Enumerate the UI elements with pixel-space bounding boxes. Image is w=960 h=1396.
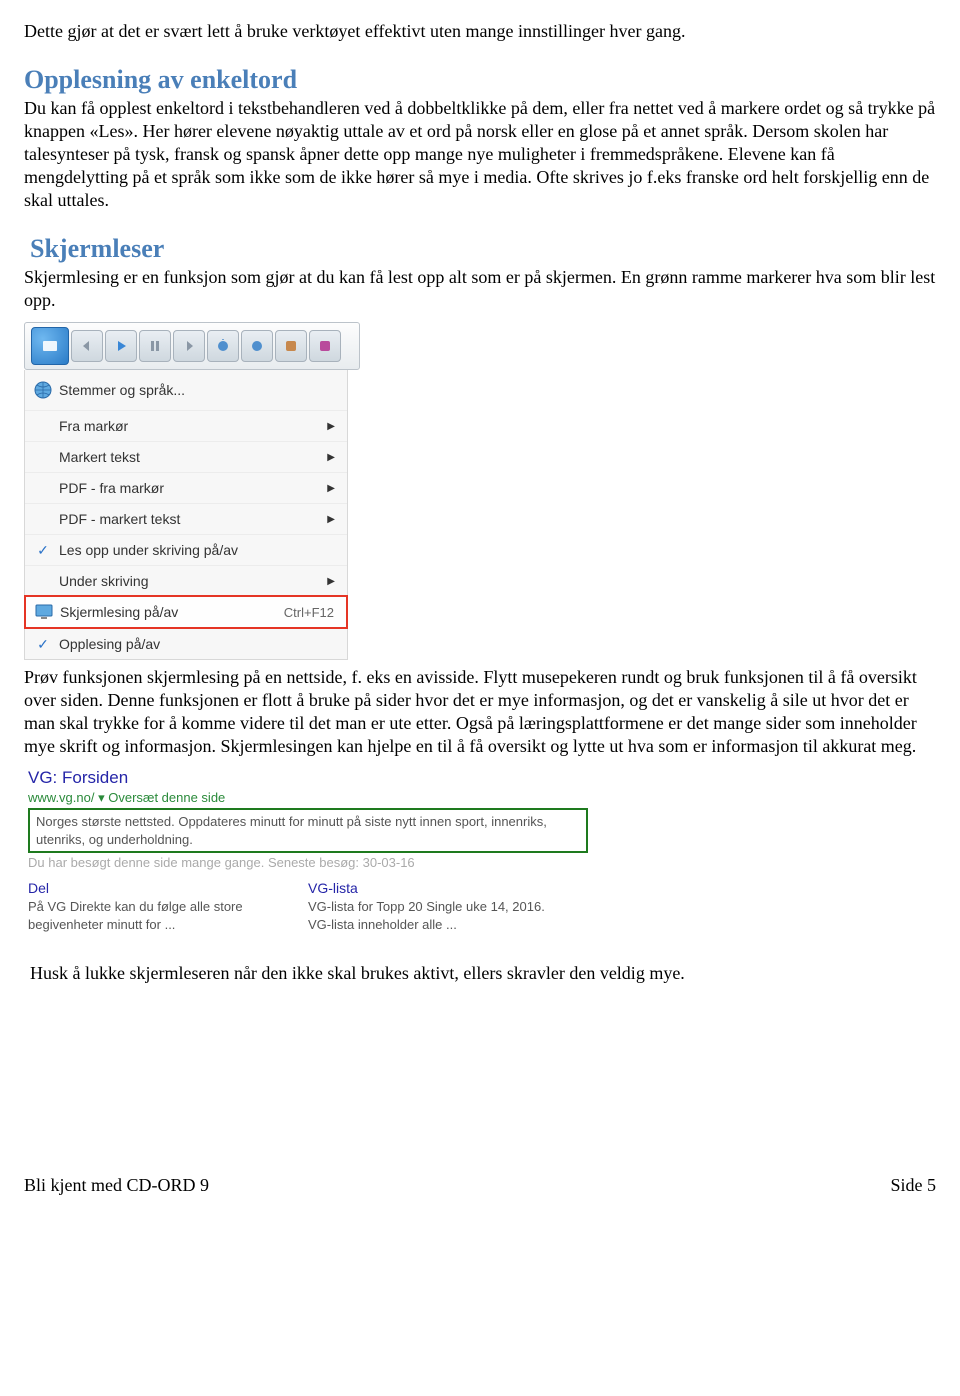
toolbar-speed-down[interactable] [241, 330, 273, 362]
toolbar-pause[interactable] [139, 330, 171, 362]
skjermleser-after: Prøv funksjonen skjermlesing på en netts… [24, 666, 936, 758]
heading-opplesning: Opplesning av enkeltord [24, 65, 936, 95]
chevron-right-icon: ▶ [325, 576, 335, 587]
menu-shortcut: Ctrl+F12 [284, 605, 334, 620]
vg-result: VG: Forsiden www.vg.no/ ▾ Oversæt denne … [28, 768, 588, 933]
toolbar-next[interactable] [173, 330, 205, 362]
menu-panel: Stemmer og språk... Fra markør ▶ Markert… [24, 370, 348, 660]
toolbar-prev[interactable] [71, 330, 103, 362]
page-footer: Bli kjent med CD-ORD 9 Side 5 [24, 1175, 936, 1196]
chevron-right-icon: ▶ [325, 514, 335, 525]
menu-item-under-skriving[interactable]: Under skriving ▶ [25, 565, 347, 596]
footer-page: Side 5 [890, 1175, 936, 1196]
heading-skjermleser: Skjermleser [30, 234, 936, 264]
toolbar-play[interactable] [105, 330, 137, 362]
vg-description-highlight: Norges største nettsted. Oppdateres minu… [28, 808, 588, 853]
toolbar-extra-2[interactable] [309, 330, 341, 362]
vg-col-vglista: VG-lista VG-lista for Topp 20 Single uke… [308, 880, 548, 933]
globe-icon [31, 380, 55, 400]
skjermleser-intro: Skjermlesing er en funksjon som gjør at … [24, 266, 936, 312]
menu-header[interactable]: Stemmer og språk... [25, 370, 347, 410]
vg-col-text: På VG Direkte kan du følge alle store be… [28, 898, 268, 933]
vg-url: www.vg.no/ ▾ Oversæt denne side [28, 790, 588, 806]
menu-item-skjermlesing[interactable]: Skjermlesing på/av Ctrl+F12 [24, 595, 348, 629]
toolbar [24, 322, 360, 370]
check-icon: ✓ [37, 542, 49, 559]
chevron-right-icon: ▶ [325, 421, 335, 432]
chevron-right-icon: ▶ [325, 483, 335, 494]
menu-item-opplesing[interactable]: ✓ Opplesing på/av [25, 628, 347, 659]
toolbar-play-main[interactable] [31, 327, 69, 365]
vg-col-title[interactable]: VG-lista [308, 880, 548, 896]
opplesning-body: Du kan få opplest enkeltord i tekstbehan… [24, 97, 936, 212]
vg-col-title[interactable]: Del [28, 880, 268, 896]
footer-title: Bli kjent med CD-ORD 9 [24, 1175, 209, 1196]
toolbar-extra-1[interactable] [275, 330, 307, 362]
menu-item-pdf-fra-markor[interactable]: PDF - fra markør ▶ [25, 472, 347, 503]
vg-col-del: Del På VG Direkte kan du følge alle stor… [28, 880, 268, 933]
vg-visited-text: Du har besøgt denne side mange gange. Se… [28, 855, 588, 870]
menu-item-markert-tekst[interactable]: Markert tekst ▶ [25, 441, 347, 472]
menu-item-fra-markor[interactable]: Fra markør ▶ [25, 410, 347, 441]
menu-item-les-opp-under-skriving[interactable]: ✓ Les opp under skriving på/av [25, 534, 347, 565]
menu-item-pdf-markert-tekst[interactable]: PDF - markert tekst ▶ [25, 503, 347, 534]
toolbar-speed-up[interactable] [207, 330, 239, 362]
intro-paragraph: Dette gjør at det er svært lett å bruke … [24, 20, 936, 43]
check-icon: ✓ [37, 636, 49, 653]
chevron-right-icon: ▶ [325, 452, 335, 463]
screen-icon [32, 604, 56, 620]
vg-title[interactable]: VG: Forsiden [28, 768, 588, 788]
menu-header-label: Stemmer og språk... [55, 382, 335, 398]
skjermleser-closing: Husk å lukke skjermleseren når den ikke … [30, 962, 936, 985]
vg-col-text: VG-lista for Topp 20 Single uke 14, 2016… [308, 898, 548, 933]
